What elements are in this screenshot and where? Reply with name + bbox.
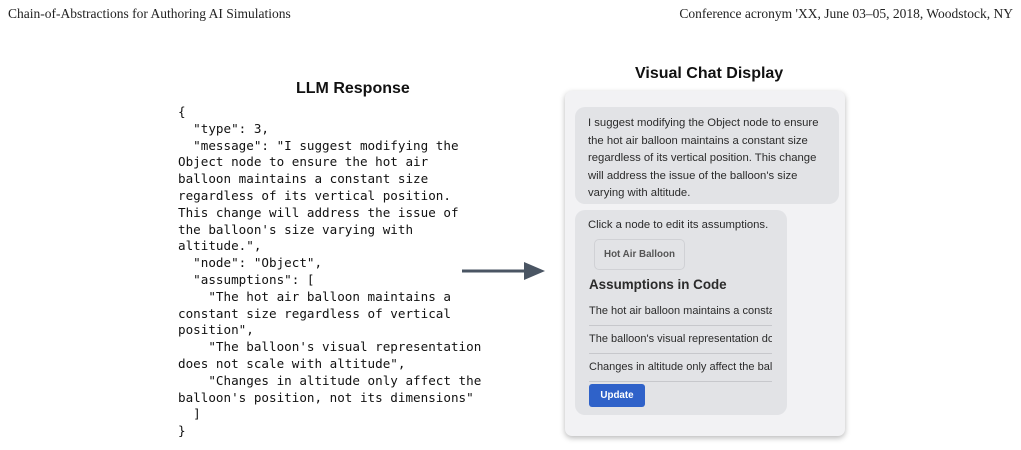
right-arrow-icon xyxy=(462,262,545,280)
edit-instruction-text: Click a node to edit its assumptions. xyxy=(588,219,769,231)
code-line: Object node to ensure the hot air xyxy=(178,154,429,170)
code-line: "node": "Object", xyxy=(178,255,323,271)
code-line: This change will address the issue of xyxy=(178,204,459,220)
running-header-right: Conference acronym 'XX, June 03–05, 2018… xyxy=(679,6,1013,21)
code-line: } xyxy=(178,423,186,439)
code-line: "message": "I suggest modifying the xyxy=(178,137,459,153)
assumptions-edit-bubble: Click a node to edit its assumptions. Ho… xyxy=(575,210,787,415)
code-line: { xyxy=(178,104,186,119)
update-button[interactable]: Update xyxy=(589,384,645,407)
code-line: balloon's position, not its dimensions" xyxy=(178,389,474,405)
code-line: does not scale with altitude", xyxy=(178,355,406,371)
code-line: "The hot air balloon maintains a xyxy=(178,288,451,304)
assumption-field[interactable]: The balloon's visual representation does… xyxy=(589,332,772,354)
assistant-message-bubble: I suggest modifying the Object node to e… xyxy=(575,107,839,204)
code-line: balloon maintains a constant size xyxy=(178,171,429,187)
llm-response-code: { "type": 3, "message": "I suggest modif… xyxy=(178,104,481,440)
chat-window: I suggest modifying the Object node to e… xyxy=(565,91,845,436)
code-line: "type": 3, xyxy=(178,120,269,136)
code-line: regardless of its vertical position. xyxy=(178,187,451,203)
running-header-left: Chain-of-Abstractions for Authoring AI S… xyxy=(8,6,291,21)
assumption-field[interactable]: The hot air balloon maintains a constant… xyxy=(589,304,772,326)
code-line: "Changes in altitude only affect the xyxy=(178,372,482,388)
code-line: "The balloon's visual representation xyxy=(178,339,482,355)
assumptions-heading: Assumptions in Code xyxy=(589,277,727,292)
code-line: "assumptions": [ xyxy=(178,271,315,287)
code-line: altitude.", xyxy=(178,238,262,254)
code-line: ] xyxy=(178,406,201,422)
code-line: position", xyxy=(178,322,254,338)
assumption-field[interactable]: Changes in altitude only affect the ball… xyxy=(589,360,772,382)
visual-chat-display-title: Visual Chat Display xyxy=(635,65,784,82)
node-chip-hot-air-balloon[interactable]: Hot Air Balloon xyxy=(594,239,685,270)
code-line: constant size regardless of vertical xyxy=(178,305,451,321)
code-line: the balloon's size varying with xyxy=(178,221,414,237)
llm-response-title: LLM Response xyxy=(296,80,410,97)
